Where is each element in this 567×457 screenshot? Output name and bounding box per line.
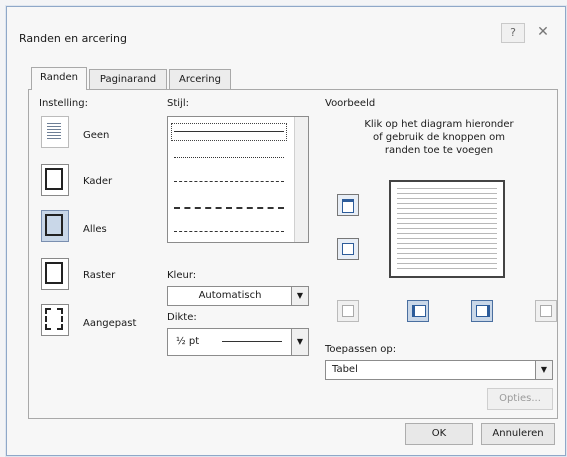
line-style-dotted[interactable] [174,157,284,158]
line-style-dash-dot[interactable] [174,231,284,232]
preview-lines [397,188,497,270]
tab-shading[interactable]: Arcering [169,69,231,90]
diagonal-up-border-icon [540,305,552,317]
box-border-icon [45,168,63,190]
help-button[interactable]: ? [501,23,525,43]
grid-border-icon [45,262,63,284]
setting-custom[interactable] [41,304,69,336]
preview-heading: Voorbeeld [325,98,376,109]
diagonal-down-border-icon [342,305,354,317]
diagonal-down-border-button[interactable] [337,300,359,322]
cancel-button[interactable]: Annuleren [481,423,555,445]
settings-heading: Instelling: [39,98,88,109]
line-style-scrollbar[interactable] [294,117,308,242]
preview-instructions: Klik op het diagram hieronder of gebruik… [329,118,549,157]
setting-box[interactable] [41,164,69,196]
right-border-icon [476,305,490,317]
inside-horizontal-border-icon [342,243,354,255]
custom-border-icon [45,308,63,330]
left-border-button[interactable] [407,300,429,322]
setting-all-label: Alles [83,224,107,235]
none-border-icon [47,123,61,139]
setting-custom-label: Aangepast [83,318,137,329]
tab-borders[interactable]: Randen [31,67,87,90]
instruction-line-1: Klik op het diagram hieronder [364,119,514,130]
borders-panel: Instelling: Geen Kader Alles Raster Aang… [28,89,558,419]
top-border-button[interactable] [337,194,359,216]
width-sample-line [222,341,282,342]
apply-to-select[interactable]: Tabel ▼ [325,360,553,380]
all-borders-icon [45,214,63,236]
title-bar: Randen en arcering ? ✕ [7,7,565,45]
width-select[interactable]: ½ pt ▼ [167,328,309,356]
setting-none-label: Geen [83,130,110,141]
ok-button[interactable]: OK [405,423,473,445]
instruction-line-3: randen toe te voegen [384,145,494,156]
chevron-down-icon: ▼ [291,329,308,355]
instruction-line-2: of gebruik de knoppen om [372,132,505,143]
close-button[interactable]: ✕ [531,23,555,41]
chevron-down-icon: ▼ [291,287,308,305]
line-style-selected [171,123,287,141]
tab-page-border[interactable]: Paginarand [89,69,167,90]
preview-diagram[interactable] [389,180,505,278]
setting-all[interactable] [41,210,69,242]
color-value: Automatisch [198,290,262,301]
line-style-dashed[interactable] [174,207,284,209]
left-border-icon [412,305,426,317]
setting-none[interactable] [41,116,69,148]
borders-dialog: Randen en arcering ? ✕ Randen Paginarand… [6,6,566,456]
width-value: ½ pt [176,336,200,347]
setting-box-label: Kader [83,176,113,187]
style-heading: Stijl: [167,98,189,109]
line-style-solid[interactable] [174,131,284,132]
line-style-list[interactable] [167,116,309,243]
right-border-button[interactable] [471,300,493,322]
width-heading: Dikte: [167,312,197,323]
apply-to-value: Tabel [332,364,358,375]
inside-horizontal-border-button[interactable] [337,238,359,260]
color-select[interactable]: Automatisch ▼ [167,286,309,306]
diagonal-up-border-button[interactable] [535,300,557,322]
dialog-title: Randen en arcering [19,32,127,45]
setting-grid-label: Raster [83,270,116,281]
setting-grid[interactable] [41,258,69,290]
apply-to-heading: Toepassen op: [325,344,397,355]
line-style-dashed-small[interactable] [174,181,284,182]
color-heading: Kleur: [167,270,197,281]
top-border-icon [342,199,354,213]
chevron-down-icon: ▼ [535,361,552,379]
options-button[interactable]: Opties... [487,388,553,410]
